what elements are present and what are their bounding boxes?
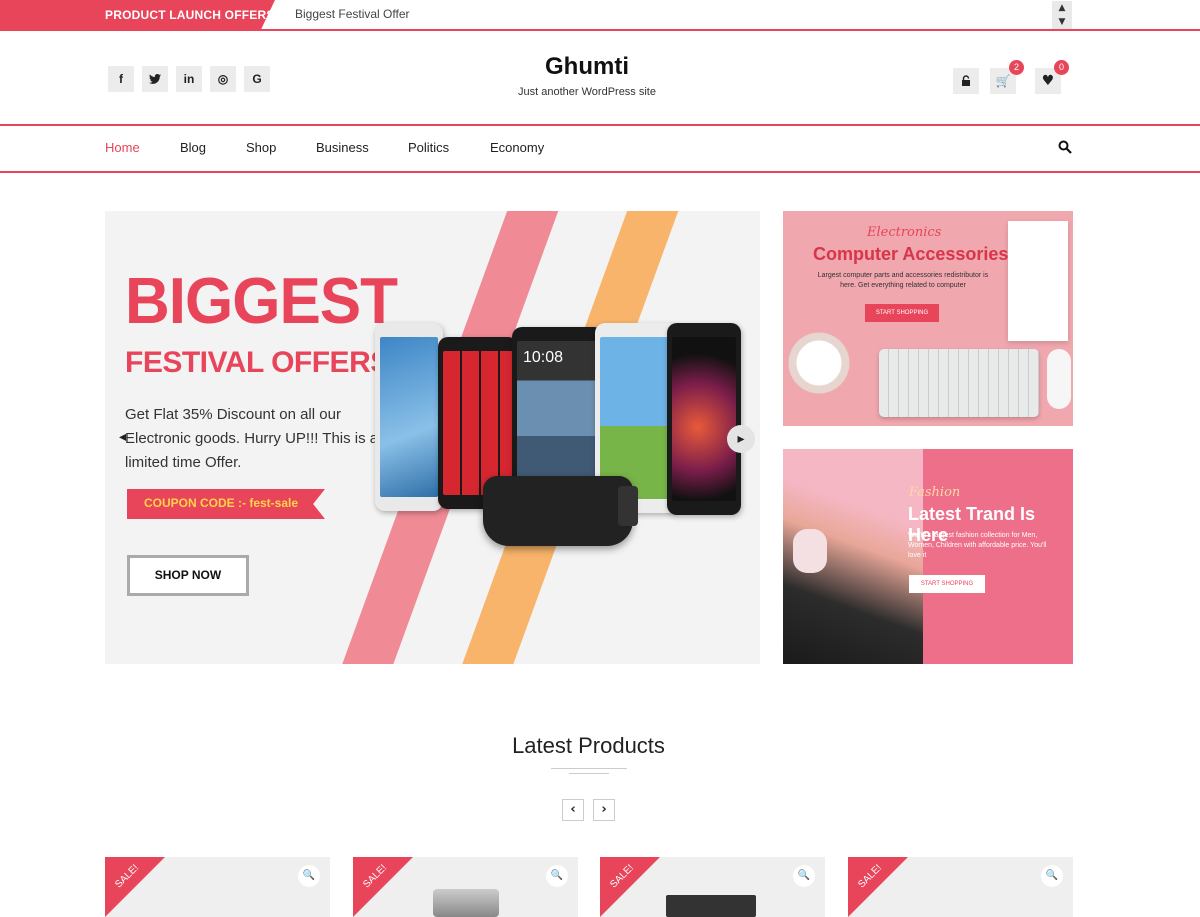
nav-item-home[interactable]: Home bbox=[105, 140, 140, 155]
main-nav: Home Blog Shop Business Politics Economy bbox=[0, 126, 1200, 173]
hero-slider: BIGGEST FESTIVAL OFFERS Get Flat 35% Dis… bbox=[105, 211, 760, 664]
nav-item-shop[interactable]: Shop bbox=[246, 140, 276, 155]
chevron-up-icon[interactable]: ▲ bbox=[1052, 1, 1072, 15]
slider-prev-arrow[interactable]: ◂ bbox=[119, 429, 126, 445]
site-header: f in ◎ G Ghumti Just another WordPress s… bbox=[0, 31, 1200, 126]
section-title: Latest Products bbox=[512, 733, 665, 758]
nav-item-politics[interactable]: Politics bbox=[408, 140, 449, 155]
zoom-icon[interactable]: 🔍 bbox=[546, 865, 568, 887]
search-icon[interactable] bbox=[1058, 140, 1072, 158]
phone-image bbox=[375, 323, 443, 511]
section-divider bbox=[569, 773, 609, 774]
wishlist-count-badge: 0 bbox=[1054, 60, 1069, 75]
chevron-left-icon: ‹ bbox=[570, 802, 576, 817]
phone-image bbox=[667, 323, 741, 515]
cart-button[interactable]: 🛒 2 bbox=[990, 60, 1024, 94]
products-next-button[interactable]: › bbox=[593, 799, 615, 821]
heart-icon: ♥ bbox=[1041, 73, 1055, 89]
news-ticker-text[interactable]: Biggest Festival Offer bbox=[295, 7, 410, 21]
nav-item-business[interactable]: Business bbox=[316, 140, 369, 155]
notebook-image bbox=[1008, 221, 1068, 341]
hero-description: Get Flat 35% Discount on all our Electro… bbox=[125, 406, 379, 471]
banner-fashion[interactable]: Fashion Latest Trand Is Here World's lar… bbox=[783, 449, 1073, 664]
keyboard-image bbox=[879, 349, 1039, 417]
product-image bbox=[666, 895, 756, 917]
zoom-icon[interactable]: 🔍 bbox=[298, 865, 320, 887]
banner-bottom-description: World's largest fashion collection for M… bbox=[908, 532, 1047, 559]
shop-now-button[interactable]: SHOP NOW bbox=[127, 555, 249, 596]
top-bar: PRODUCT LAUNCH OFFERS Biggest Festival O… bbox=[0, 0, 1200, 31]
product-card[interactable]: SALE! 🔍 bbox=[353, 857, 578, 917]
zoom-icon[interactable]: 🔍 bbox=[1041, 865, 1063, 887]
nav-item-economy[interactable]: Economy bbox=[490, 140, 544, 155]
product-card[interactable]: SALE! 🔍 bbox=[600, 857, 825, 917]
vr-headset-image bbox=[483, 476, 633, 546]
slider-next-arrow[interactable]: ▸ bbox=[727, 425, 755, 453]
chevron-down-icon[interactable]: ▼ bbox=[1052, 15, 1072, 29]
product-card[interactable]: SALE! 🔍 bbox=[105, 857, 330, 917]
banner-computer-accessories[interactable]: Electronics Computer Accessories Largest… bbox=[783, 211, 1073, 426]
product-image bbox=[433, 889, 499, 917]
wishlist-button[interactable]: ♥ 0 bbox=[1035, 60, 1069, 94]
products-prev-button[interactable]: ‹ bbox=[562, 799, 584, 821]
headphones-image bbox=[783, 321, 873, 426]
banner-bottom-script: Fashion bbox=[909, 485, 961, 500]
hero-subheadline: FESTIVAL OFFERS bbox=[125, 346, 390, 379]
headphones-image bbox=[793, 529, 827, 573]
section-divider bbox=[551, 768, 627, 769]
vr-strap bbox=[618, 486, 638, 526]
phone-clock: 10:08 bbox=[523, 349, 564, 366]
zoom-icon[interactable]: 🔍 bbox=[793, 865, 815, 887]
nav-item-blog[interactable]: Blog bbox=[180, 140, 206, 155]
banner-top-script: Electronics bbox=[867, 225, 942, 240]
lock-icon[interactable] bbox=[953, 68, 979, 94]
launch-offers-badge: PRODUCT LAUNCH OFFERS bbox=[0, 0, 275, 29]
hero-headline: BIGGEST bbox=[125, 265, 398, 338]
coupon-ribbon: COUPON CODE :- fest-sale bbox=[127, 489, 325, 519]
chevron-right-icon: › bbox=[601, 802, 607, 817]
cart-count-badge: 2 bbox=[1009, 60, 1024, 75]
banner-top-description: Largest computer parts and accessories r… bbox=[817, 272, 989, 289]
banner-bottom-button[interactable]: START SHOPPING bbox=[909, 575, 985, 593]
banner-top-button[interactable]: START SHOPPING bbox=[865, 304, 939, 322]
product-card[interactable]: SALE! 🔍 bbox=[848, 857, 1073, 917]
banner-top-title: Computer Accessories bbox=[813, 244, 1009, 264]
cart-icon: 🛒 bbox=[995, 74, 1011, 88]
mouse-image bbox=[1047, 349, 1071, 409]
